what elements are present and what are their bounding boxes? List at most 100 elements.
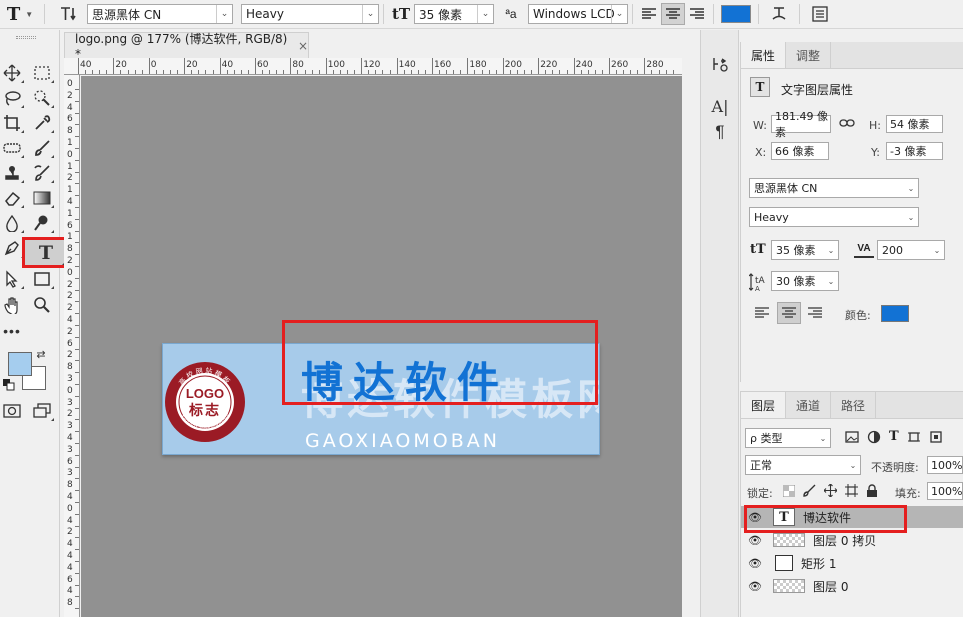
layer-row[interactable]: 👁 矩形 1 <box>741 552 963 574</box>
ruler-label: 220 <box>540 60 558 70</box>
gradient-tool[interactable] <box>30 187 54 209</box>
foreground-color-swatch[interactable] <box>8 352 32 376</box>
font-size-select[interactable]: 35 像素 ⌄ <box>414 4 494 24</box>
blur-tool[interactable] <box>0 212 24 234</box>
width-field[interactable]: 181.49 像素 <box>771 110 831 139</box>
brush-tool[interactable] <box>30 137 54 159</box>
swap-colors-button[interactable]: ⇄ <box>34 347 48 361</box>
text-orientation-button[interactable] <box>49 3 89 25</box>
opacity-field[interactable]: 100% <box>927 456 963 474</box>
quick-selection-tool[interactable] <box>30 87 54 109</box>
screen-mode-button[interactable] <box>30 400 54 422</box>
font-family-select[interactable]: 思源黑体 CN ⌄ <box>87 4 233 24</box>
y-field[interactable]: -3 像素 <box>886 142 943 160</box>
antialias-select[interactable]: Windows LCD ⌄ <box>528 4 628 24</box>
history-panel-button[interactable] <box>710 54 730 74</box>
ruler-minor-tick <box>75 372 79 374</box>
zoom-tool[interactable] <box>30 294 54 316</box>
font-style-select[interactable]: Heavy ⌄ <box>241 4 379 24</box>
height-field[interactable]: 54 像素 <box>886 115 943 133</box>
type-filter-icon[interactable]: T <box>889 430 899 444</box>
smart-object-filter-icon[interactable] <box>929 430 943 444</box>
healing-brush-tool[interactable] <box>0 137 24 159</box>
ruler-label: 4 <box>67 551 73 561</box>
crop-tool[interactable] <box>0 112 24 134</box>
font-size-select[interactable]: 35 像素 ⌄ <box>771 240 839 260</box>
leading-value: 30 像素 <box>776 275 816 288</box>
quick-mask-button[interactable] <box>0 400 24 422</box>
x-field[interactable]: 66 像素 <box>771 142 829 160</box>
layer-row[interactable]: 👁 图层 0 <box>741 575 963 597</box>
ruler-minor-tick <box>339 70 341 74</box>
layer-filter-select[interactable]: ρ 类型 ⌄ <box>745 428 831 448</box>
stamp-tool[interactable] <box>0 162 24 184</box>
tab-channels[interactable]: 通道 <box>786 392 832 418</box>
lock-artboard-icon[interactable] <box>845 484 858 497</box>
tab-adjustments[interactable]: 调整 <box>786 42 832 68</box>
paragraph-icon: ¶ <box>715 122 725 141</box>
path-selection-tool[interactable] <box>0 268 24 290</box>
lock-pixels-icon[interactable] <box>803 484 816 497</box>
ruler-minor-tick <box>424 70 426 74</box>
tracking-select[interactable]: 200 ⌄ <box>877 240 945 260</box>
adjustment-filter-icon[interactable] <box>867 430 881 444</box>
text-color-button[interactable] <box>718 3 754 25</box>
hand-tool[interactable] <box>0 294 24 316</box>
link-dimensions-button[interactable] <box>839 116 855 133</box>
ruler-minor-tick <box>559 70 561 74</box>
lock-transparent-icon[interactable] <box>783 484 795 497</box>
pen-tool[interactable] <box>0 237 24 259</box>
align-center-button[interactable] <box>661 3 685 25</box>
marquee-tool[interactable] <box>30 62 54 84</box>
rect-marquee-icon <box>34 66 50 80</box>
ruler-minor-tick <box>75 230 79 232</box>
font-style-select[interactable]: Heavy ⌄ <box>749 207 919 227</box>
ruler-minor-tick <box>162 70 164 74</box>
fill-field[interactable]: 100% <box>927 482 963 500</box>
eye-icon[interactable]: 👁 <box>741 557 769 570</box>
default-colors-button[interactable] <box>2 378 16 392</box>
shape-filter-icon[interactable] <box>907 430 921 444</box>
lock-all-icon[interactable] <box>866 484 878 497</box>
color-swatch[interactable] <box>881 305 909 322</box>
document-tab[interactable]: logo.png @ 177% (博达软件, RGB/8) * × <box>64 32 309 61</box>
vertical-ruler[interactable]: 0246810121416182022242628303234363840424… <box>64 75 80 617</box>
align-right-button[interactable] <box>803 302 827 324</box>
lock-position-icon[interactable] <box>824 484 837 497</box>
blend-mode-select[interactable]: 正常 ⌄ <box>745 455 861 475</box>
font-family-select[interactable]: 思源黑体 CN ⌄ <box>749 178 919 198</box>
warp-text-button[interactable] <box>763 3 795 25</box>
ruler-label: 2 <box>67 409 73 420</box>
character-panel-button[interactable] <box>804 3 836 25</box>
tool-preset-picker[interactable]: T ▼ <box>0 3 40 25</box>
leading-select[interactable]: 30 像素 ⌄ <box>771 271 839 291</box>
close-tab-icon[interactable]: × <box>298 39 308 53</box>
align-left-button[interactable] <box>750 302 774 324</box>
lasso-tool[interactable] <box>0 87 24 109</box>
dodge-tool[interactable] <box>30 212 54 234</box>
eye-icon[interactable]: 👁 <box>741 580 769 593</box>
align-left-button[interactable] <box>637 3 661 25</box>
history-brush-tool[interactable] <box>30 162 54 184</box>
paragraph-panel-button[interactable]: ¶ <box>710 122 730 142</box>
edit-toolbar-button[interactable]: ••• <box>0 320 24 342</box>
image-filter-icon[interactable] <box>845 430 859 444</box>
ruler-minor-tick <box>75 443 79 444</box>
eyedropper-tool[interactable] <box>30 112 54 134</box>
move-tool[interactable] <box>0 62 24 84</box>
rectangle-tool[interactable] <box>30 268 54 290</box>
tab-paths[interactable]: 路径 <box>831 392 877 418</box>
character-panel-button[interactable]: A| <box>710 96 730 116</box>
align-center-button[interactable] <box>777 302 801 324</box>
tab-properties[interactable]: 属性 <box>741 42 787 68</box>
eraser-tool[interactable] <box>0 187 24 209</box>
text-highlight-box <box>282 320 598 405</box>
chevron-down-icon: ⌄ <box>477 5 493 23</box>
eye-icon[interactable]: 👁 <box>741 534 769 547</box>
panel-grip[interactable] <box>16 36 36 39</box>
ruler-minor-tick <box>495 70 497 74</box>
tab-layers[interactable]: 图层 <box>741 392 787 418</box>
ruler-minor-tick <box>75 207 79 208</box>
horizontal-ruler[interactable]: 40 20 0 20 40 60 80 100 120 140 160 180 200 220 240 260… <box>64 58 682 75</box>
align-right-button[interactable] <box>685 3 709 25</box>
